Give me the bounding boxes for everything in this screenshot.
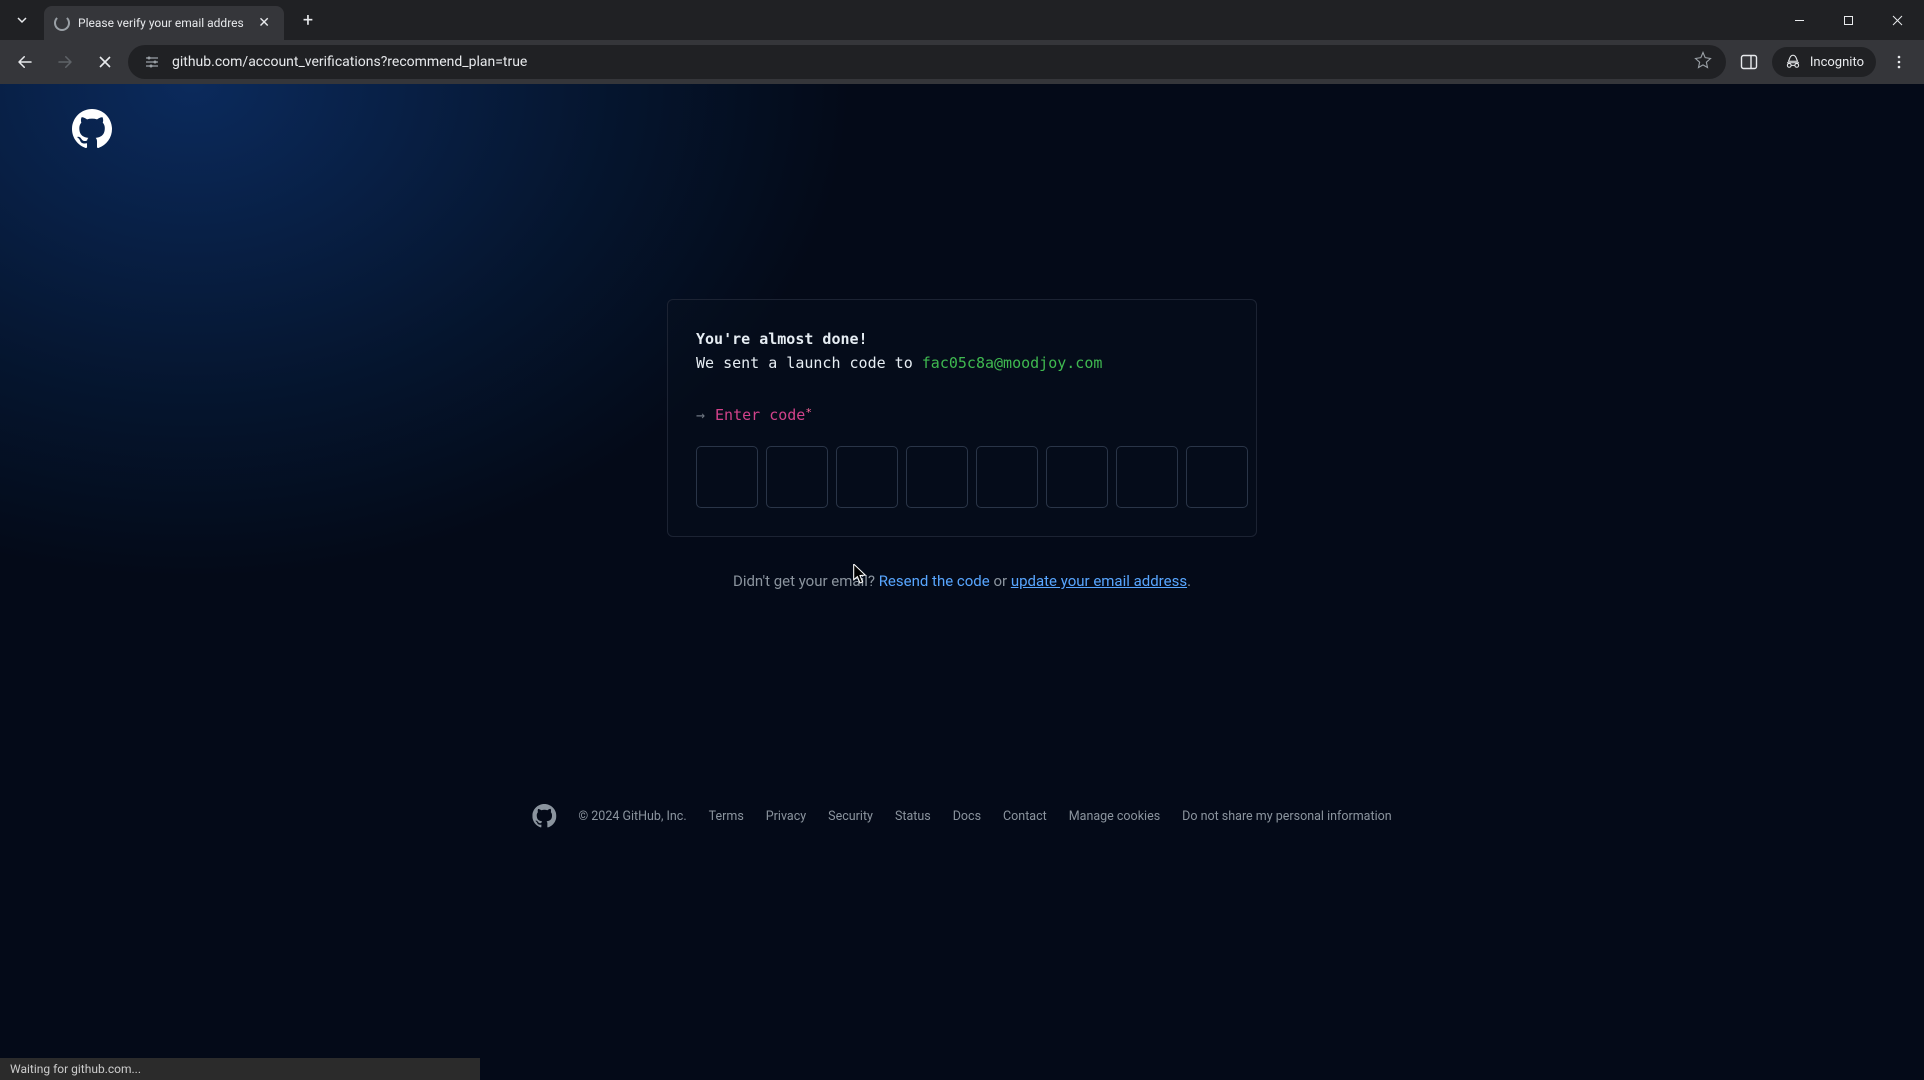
- tab-strip: Please verify your email addres ✕ +: [0, 0, 1924, 40]
- close-window-button[interactable]: [1875, 5, 1920, 35]
- resend-row: Didn't get your email? Resend the code o…: [662, 572, 1262, 590]
- code-digit-5[interactable]: [976, 446, 1038, 508]
- verification-card: You're almost done! We sent a launch cod…: [667, 299, 1257, 537]
- status-bar: Waiting for github.com...: [0, 1058, 480, 1080]
- footer-link-contact[interactable]: Contact: [1003, 809, 1047, 824]
- maximize-button[interactable]: [1826, 5, 1871, 35]
- footer-link-docs[interactable]: Docs: [953, 809, 981, 824]
- new-tab-button[interactable]: +: [294, 6, 322, 34]
- window-controls: [1777, 5, 1924, 35]
- minimize-button[interactable]: [1777, 5, 1822, 35]
- code-input-group: [696, 446, 1228, 508]
- resend-period: .: [1187, 572, 1191, 590]
- incognito-label: Incognito: [1810, 55, 1864, 70]
- page-viewport: You're almost done! We sent a launch cod…: [0, 84, 1924, 1080]
- resend-prefix: Didn't get your email?: [733, 572, 879, 590]
- close-tab-button[interactable]: ✕: [254, 13, 274, 33]
- enter-code-label: Enter code*: [715, 406, 812, 424]
- back-button[interactable]: [8, 45, 42, 79]
- github-logo-icon[interactable]: [72, 109, 112, 149]
- kebab-icon: [1891, 54, 1907, 70]
- loading-spinner-icon: [54, 15, 70, 31]
- arrow-right-icon: →: [696, 406, 705, 424]
- footer-link-manage-cookies[interactable]: Manage cookies: [1069, 809, 1160, 824]
- code-digit-4[interactable]: [906, 446, 968, 508]
- incognito-icon: [1784, 53, 1802, 71]
- minimize-icon: [1794, 15, 1805, 26]
- github-logo-icon: [532, 804, 556, 828]
- code-digit-3[interactable]: [836, 446, 898, 508]
- footer-link-security[interactable]: Security: [828, 809, 873, 824]
- stop-reload-button[interactable]: [88, 45, 122, 79]
- card-subheading-prefix: We sent a launch code to: [696, 354, 922, 372]
- arrow-left-icon: [16, 53, 34, 71]
- card-subheading: We sent a launch code to fac05c8a@moodjo…: [696, 354, 1228, 372]
- arrow-right-icon: [56, 53, 74, 71]
- tune-icon: [144, 54, 160, 70]
- tab-title: Please verify your email addres: [78, 16, 246, 30]
- code-digit-8[interactable]: [1186, 446, 1248, 508]
- code-digit-7[interactable]: [1116, 446, 1178, 508]
- bookmark-button[interactable]: [1694, 51, 1712, 73]
- side-panel-button[interactable]: [1732, 45, 1766, 79]
- page-footer: © 2024 GitHub, Inc. Terms Privacy Securi…: [532, 804, 1391, 828]
- resend-code-link[interactable]: Resend the code: [879, 572, 990, 590]
- browser-chrome: Please verify your email addres ✕ +: [0, 0, 1924, 84]
- chevron-down-icon: [16, 14, 28, 26]
- maximize-icon: [1843, 15, 1854, 26]
- card-heading: You're almost done!: [696, 330, 1228, 348]
- url-text: github.com/account_verifications?recomme…: [172, 54, 1684, 70]
- panel-icon: [1740, 53, 1758, 71]
- address-bar[interactable]: github.com/account_verifications?recomme…: [128, 45, 1726, 79]
- tab-search-dropdown[interactable]: [8, 6, 36, 34]
- browser-tab[interactable]: Please verify your email addres ✕: [44, 6, 284, 40]
- enter-code-label-row: → Enter code*: [696, 406, 1228, 424]
- browser-menu-button[interactable]: [1882, 45, 1916, 79]
- footer-link-terms[interactable]: Terms: [709, 809, 744, 824]
- star-icon: [1694, 51, 1712, 69]
- code-digit-1[interactable]: [696, 446, 758, 508]
- resend-or: or: [990, 572, 1011, 590]
- close-icon: [98, 55, 112, 69]
- footer-link-status[interactable]: Status: [895, 809, 931, 824]
- footer-link-privacy[interactable]: Privacy: [766, 809, 806, 824]
- footer-link-do-not-share[interactable]: Do not share my personal information: [1182, 809, 1392, 824]
- code-digit-2[interactable]: [766, 446, 828, 508]
- email-address: fac05c8a@moodjoy.com: [922, 354, 1103, 372]
- update-email-link[interactable]: update your email address: [1011, 572, 1187, 590]
- site-info-button[interactable]: [142, 52, 162, 72]
- incognito-badge[interactable]: Incognito: [1772, 47, 1876, 77]
- browser-toolbar: github.com/account_verifications?recomme…: [0, 40, 1924, 84]
- code-digit-6[interactable]: [1046, 446, 1108, 508]
- close-icon: [1892, 15, 1903, 26]
- footer-copyright: © 2024 GitHub, Inc.: [578, 809, 686, 824]
- forward-button[interactable]: [48, 45, 82, 79]
